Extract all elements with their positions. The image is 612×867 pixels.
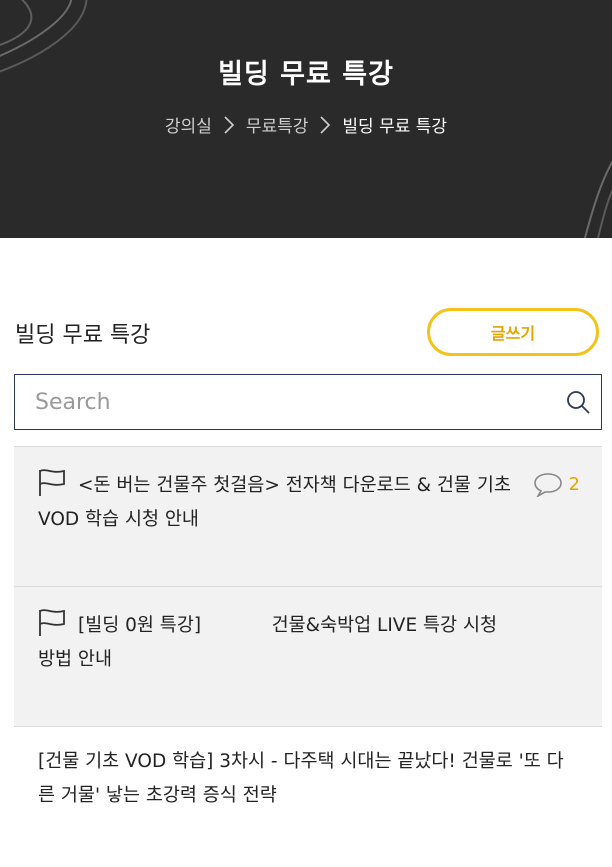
board-title: 빌딩 무료 특강	[15, 323, 151, 348]
page-title: 빌딩 무료 특강	[218, 59, 394, 90]
post-title[interactable]: <돈 버는 건물주 첫걸음> 전자책 다운로드 & 건물 기초 VOD 학습 시…	[38, 469, 518, 537]
speech-bubble-icon	[533, 473, 562, 497]
post-title[interactable]: [빌딩 0원 특강] 건물&숙박업 LIVE 특강 시청 방법 안내	[38, 609, 518, 677]
comment-count: 2	[533, 471, 580, 497]
search-icon[interactable]	[565, 389, 591, 415]
list-item[interactable]: [건물 기초 VOD 학습] 3차시 - 다주택 시대는 끝났다! 건물로 '또…	[14, 726, 602, 836]
page-hero: 빌딩 무료 특강 강의실 무료특강 빌딩 무료 특강	[0, 0, 612, 238]
breadcrumb-item-current: 빌딩 무료 특강	[342, 117, 448, 137]
post-list: <돈 버는 건물주 첫걸음> 전자책 다운로드 & 건물 기초 VOD 학습 시…	[14, 446, 602, 836]
search-input[interactable]	[33, 375, 557, 430]
comment-count-value: 2	[568, 473, 580, 495]
chevron-right-icon	[224, 115, 234, 134]
write-post-button[interactable]: 글쓰기	[427, 308, 599, 356]
post-title[interactable]: [건물 기초 VOD 학습] 3차시 - 다주택 시대는 끝났다! 건물로 '또…	[38, 745, 578, 813]
search-box	[14, 374, 602, 430]
breadcrumb: 강의실 무료특강 빌딩 무료 특강	[0, 112, 612, 137]
list-item[interactable]: <돈 버는 건물주 첫걸음> 전자책 다운로드 & 건물 기초 VOD 학습 시…	[14, 446, 602, 586]
chevron-right-icon	[320, 115, 331, 134]
breadcrumb-item-free-lecture[interactable]: 무료특강	[246, 112, 309, 137]
list-item[interactable]: [빌딩 0원 특강] 건물&숙박업 LIVE 특강 시청 방법 안내	[14, 586, 602, 726]
breadcrumb-item-classroom[interactable]: 강의실	[165, 112, 212, 137]
